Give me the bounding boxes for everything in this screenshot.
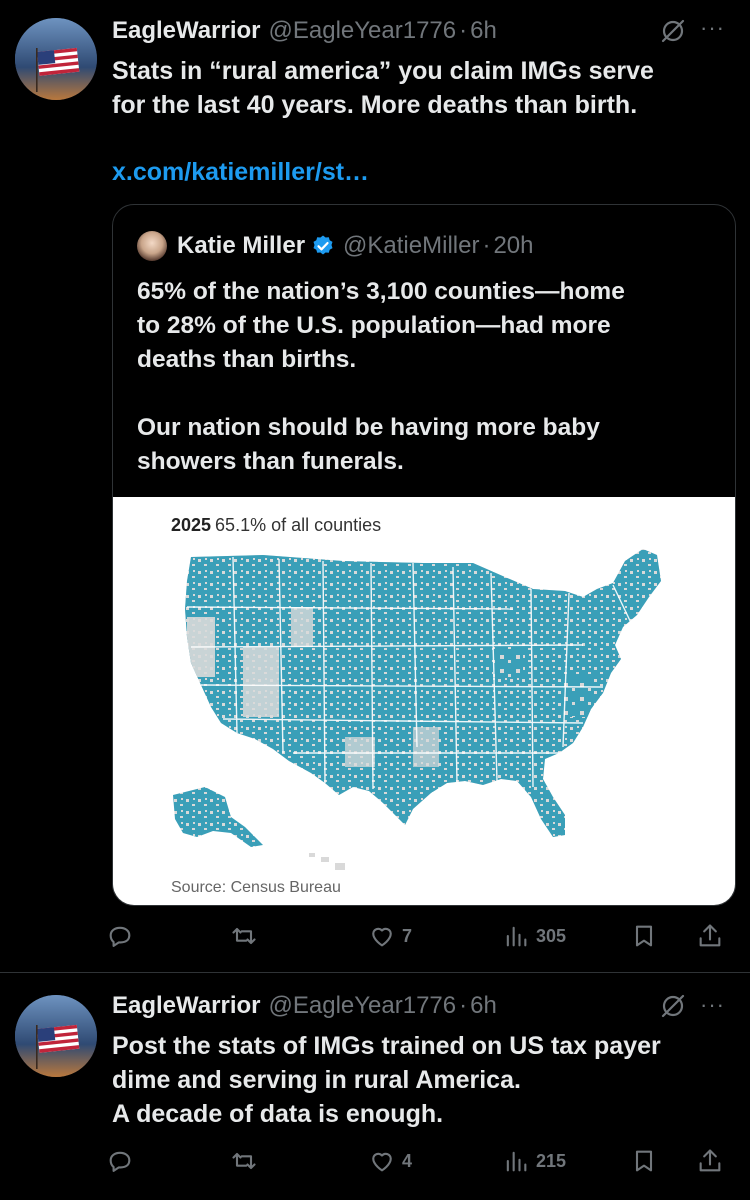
like-button[interactable]: 4 <box>368 1141 412 1181</box>
author-handle[interactable]: @EagleYear1776 <box>269 17 457 45</box>
bookmark-button[interactable] <box>630 916 658 956</box>
author-handle[interactable]: @EagleYear1776 <box>269 992 457 1020</box>
views-icon <box>506 926 527 947</box>
author-name[interactable]: EagleWarrior <box>112 17 261 45</box>
county-map-image[interactable]: 2025 65.1% of all counties Source: Censu… <box>113 497 735 905</box>
grok-icon[interactable] <box>660 993 686 1019</box>
reply-button[interactable] <box>106 1141 134 1181</box>
avatar[interactable] <box>15 18 97 100</box>
like-count: 4 <box>402 1150 413 1171</box>
heart-icon <box>372 927 392 947</box>
quoted-tweet-text: 65% of the nation’s 3,100 counties—home … <box>137 278 625 475</box>
quoted-author-handle[interactable]: @KatieMiller <box>343 232 479 260</box>
tweet[interactable]: EagleWarrior @EagleYear1776 · 6h ··· Sta… <box>0 0 750 972</box>
reply-icon <box>109 1151 131 1172</box>
bookmark-icon <box>635 1150 653 1172</box>
retweet-button[interactable] <box>230 916 258 956</box>
flag-avatar-image <box>15 18 97 100</box>
timestamp[interactable]: 6h <box>470 17 497 45</box>
quoted-timestamp[interactable]: 20h <box>493 232 533 260</box>
reply-button[interactable] <box>106 916 134 956</box>
reply-icon <box>109 926 131 947</box>
heart-icon <box>372 1152 392 1172</box>
verified-badge-icon <box>313 235 333 255</box>
author-name[interactable]: EagleWarrior <box>112 992 261 1020</box>
share-button[interactable] <box>696 1141 724 1181</box>
views-count: 215 <box>536 1150 567 1171</box>
map-source: Source: Census Bureau <box>171 879 341 896</box>
retweet-icon <box>232 927 256 945</box>
quoted-avatar[interactable] <box>137 231 167 261</box>
separator-dot: · <box>459 17 468 44</box>
retweet-button[interactable] <box>230 1141 258 1181</box>
more-icon[interactable]: ··· <box>700 17 728 39</box>
bookmark-icon <box>635 925 653 947</box>
tweet-header: EagleWarrior @EagleYear1776 · 6h <box>112 14 497 48</box>
avatar[interactable] <box>15 995 97 1077</box>
tweet-text: Post the stats of IMGs trained on US tax… <box>112 1032 661 1128</box>
share-button[interactable] <box>696 916 724 956</box>
views-icon <box>506 1151 527 1172</box>
retweet-icon <box>232 1152 256 1170</box>
tweet-text: Stats in “rural america” you claim IMGs … <box>112 57 654 119</box>
action-bar: 7 305 <box>106 916 734 956</box>
share-icon <box>699 924 721 947</box>
views-button[interactable]: 215 <box>502 1141 566 1181</box>
share-icon <box>699 1149 721 1172</box>
us-county-map <box>173 549 661 870</box>
separator-dot: · <box>459 992 468 1019</box>
timestamp[interactable]: 6h <box>470 992 497 1020</box>
grok-icon[interactable] <box>660 18 686 44</box>
views-count: 305 <box>536 925 567 946</box>
quoted-author-name[interactable]: Katie Miller <box>177 232 305 260</box>
quoted-tweet-header: Katie Miller @KatieMiller · 20h <box>137 229 534 263</box>
more-icon[interactable]: ··· <box>700 994 728 1016</box>
action-bar: 4 215 <box>106 1141 734 1181</box>
tweet[interactable]: EagleWarrior @EagleYear1776 · 6h ··· Pos… <box>0 972 750 1200</box>
flag-avatar-image <box>15 995 97 1077</box>
separator-dot: · <box>482 232 491 259</box>
bookmark-button[interactable] <box>630 1141 658 1181</box>
quoted-tweet[interactable]: Katie Miller @KatieMiller · 20h 65% of t… <box>112 204 736 906</box>
tweet-header: EagleWarrior @EagleYear1776 · 6h <box>112 989 497 1023</box>
tweet-link[interactable]: x.com/katiemiller/st… <box>112 158 369 187</box>
like-button[interactable]: 7 <box>368 916 412 956</box>
like-count: 7 <box>402 925 413 946</box>
views-button[interactable]: 305 <box>502 916 566 956</box>
